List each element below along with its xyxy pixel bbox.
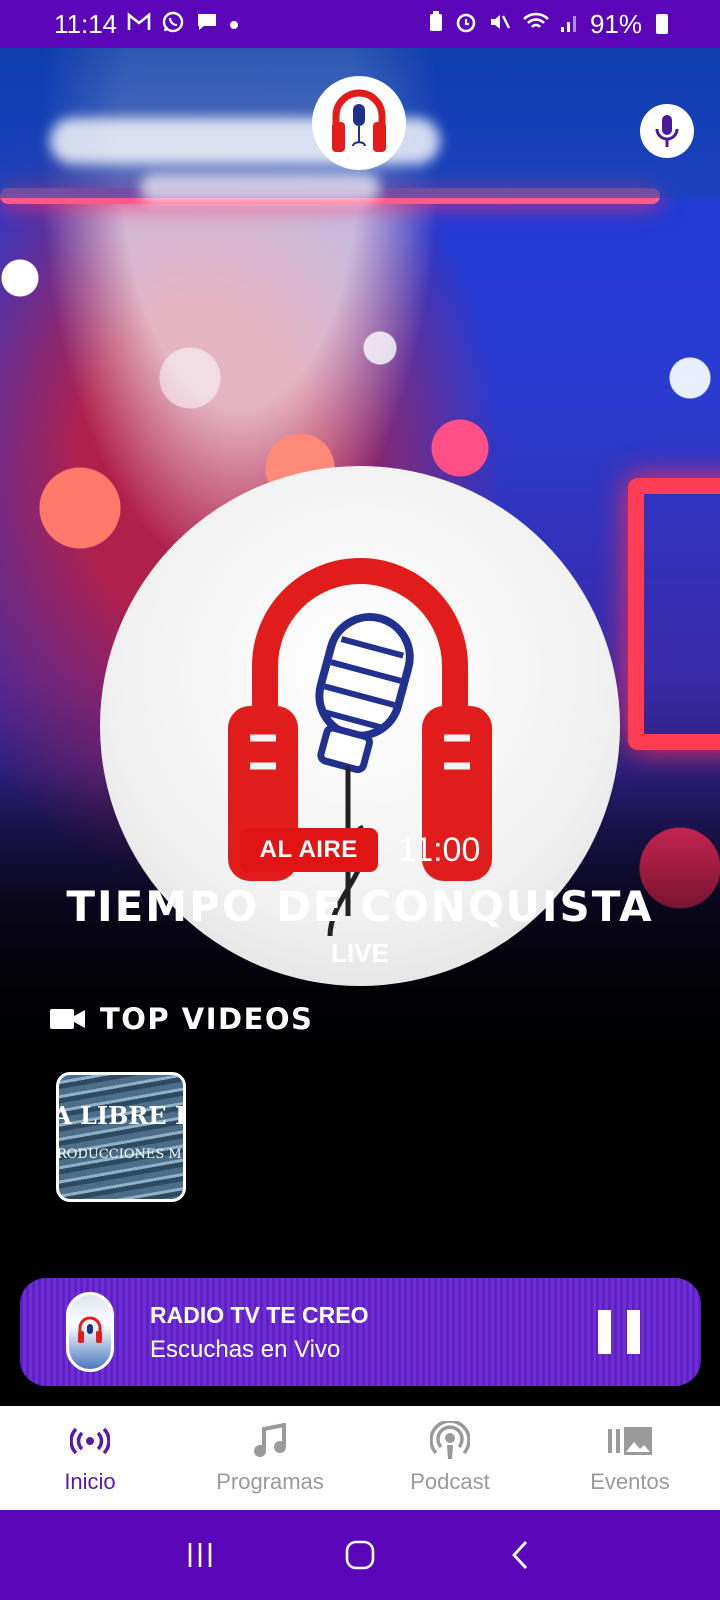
top-videos-title: TOP VIDEOS	[100, 1002, 314, 1036]
back-icon	[512, 1541, 528, 1569]
pause-bar-left	[598, 1310, 611, 1354]
home-icon	[345, 1540, 375, 1570]
player-thumbnail	[66, 1292, 114, 1372]
nav-label-eventos: Eventos	[590, 1469, 670, 1494]
program-title: TIEMPO DE CONQUISTA	[66, 882, 654, 931]
player-station-name: RADIO TV TE CREO	[150, 1302, 369, 1328]
nav-label-podcast: Podcast	[410, 1469, 490, 1494]
on-air-row: AL AIRE 11:00	[0, 828, 720, 872]
system-nav-bar	[0, 1510, 720, 1600]
status-bar-right: 91%	[428, 9, 668, 40]
battery-percent: 91%	[589, 8, 642, 39]
voice-search-button[interactable]	[640, 104, 694, 158]
headphones-mic-logo	[332, 89, 386, 152]
video-thumb-line2: RODUCCIONES MUS	[57, 1147, 183, 1162]
gallery-icon	[608, 1421, 652, 1461]
status-bar-left: 11:14	[54, 9, 239, 40]
station-logo-button[interactable]	[312, 76, 406, 170]
back-button[interactable]	[490, 1525, 550, 1585]
nav-item-eventos[interactable]: Eventos	[540, 1406, 720, 1510]
pause-button[interactable]	[598, 1310, 640, 1354]
nav-item-podcast[interactable]: Podcast	[360, 1406, 540, 1510]
recents-icon	[188, 1543, 212, 1567]
broadcast-icon	[70, 1421, 110, 1461]
signal-icon	[560, 11, 580, 37]
status-time: 11:14	[54, 8, 118, 39]
gmail-icon	[127, 12, 151, 36]
status-bar: 11:14 91%	[0, 0, 720, 48]
music-note-icon	[252, 1421, 288, 1461]
program-subtitle: LIVE	[331, 938, 389, 968]
battery-saver-icon	[428, 11, 444, 37]
video-thumb-line1: A LIBRE DE D	[59, 1101, 183, 1130]
battery-icon	[656, 14, 668, 34]
mute-icon	[488, 10, 512, 38]
mic-icon	[655, 115, 679, 147]
player-status: Escuchas en Vivo	[150, 1336, 341, 1363]
nav-item-programas[interactable]: Programas	[180, 1406, 360, 1510]
podcast-icon	[430, 1421, 470, 1461]
on-air-time: 11:00	[397, 830, 481, 869]
nav-label-inicio: Inicio	[64, 1469, 116, 1494]
nav-label-programas: Programas	[216, 1469, 324, 1494]
recents-button[interactable]	[170, 1525, 230, 1585]
video-camera-icon	[50, 1009, 85, 1029]
bottom-nav: Inicio Programas Podcast Eventos	[0, 1406, 720, 1510]
dot-icon	[229, 14, 239, 34]
top-videos-heading: TOP VIDEOS	[50, 1002, 313, 1036]
chat-icon	[195, 11, 219, 37]
alarm-icon	[454, 10, 478, 38]
on-air-badge: AL AIRE	[239, 828, 378, 872]
wifi-icon	[522, 10, 550, 38]
whatsapp-icon	[161, 10, 185, 38]
pause-bar-right	[627, 1310, 640, 1354]
headphones-mic-logo-small	[78, 1316, 102, 1343]
home-button[interactable]	[330, 1525, 390, 1585]
video-thumbnail[interactable]: A LIBRE DE D RODUCCIONES MUS	[56, 1072, 186, 1202]
nav-item-inicio[interactable]: Inicio	[0, 1406, 180, 1510]
hero-blur-light-2	[140, 173, 380, 203]
mini-player[interactable]: RADIO TV TE CREO Escuchas en Vivo	[20, 1278, 701, 1386]
